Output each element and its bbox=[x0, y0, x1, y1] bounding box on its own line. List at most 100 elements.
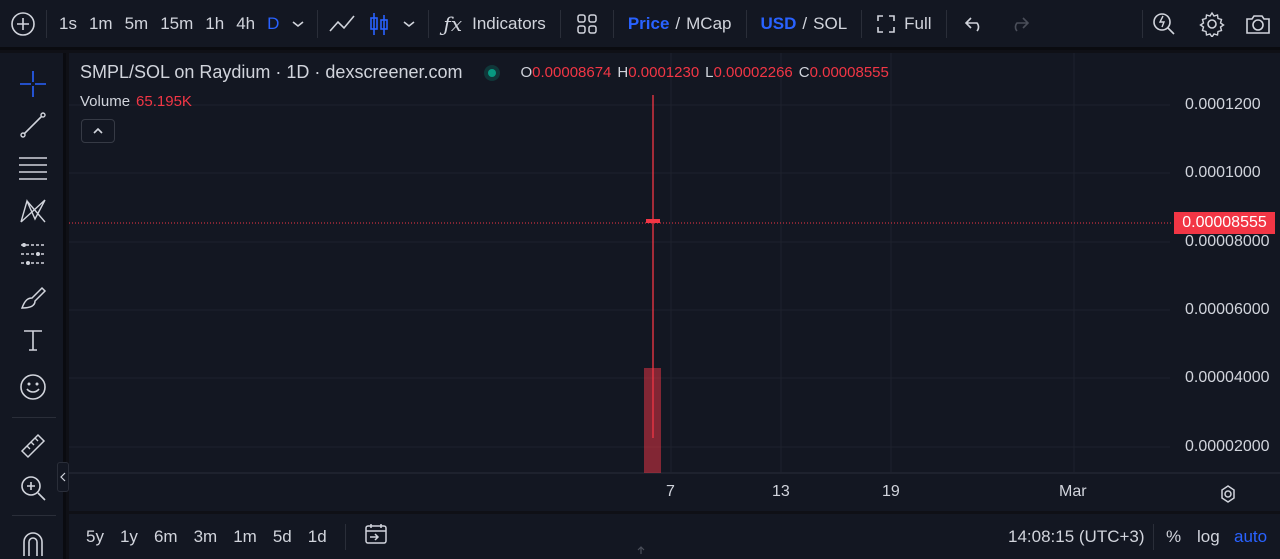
plus-circle-icon bbox=[11, 11, 35, 36]
vertical-grid bbox=[670, 53, 1075, 472]
function-icon: ƒx bbox=[443, 11, 463, 36]
chart-pane[interactable] bbox=[69, 53, 1280, 511]
brush-icon bbox=[20, 286, 47, 309]
ohlc-values: O0.00008674 H0.0001230 L0.00002266 C0.00… bbox=[520, 64, 888, 81]
trend-line-icon bbox=[20, 112, 46, 138]
indicators-button[interactable]: ƒx Indicators bbox=[435, 7, 553, 41]
price-axis-label: 0.00008000 bbox=[1185, 233, 1270, 250]
fib-tool[interactable] bbox=[14, 149, 52, 187]
log-scale-toggle[interactable]: log bbox=[1197, 527, 1220, 547]
chevron-down-icon bbox=[403, 20, 415, 27]
settings-button[interactable] bbox=[1194, 7, 1230, 41]
collapse-legend-button[interactable] bbox=[81, 119, 115, 143]
text-icon bbox=[24, 330, 42, 351]
volume-legend: Volume 65.195K bbox=[80, 93, 192, 110]
horizontal-grid bbox=[69, 104, 1170, 448]
divider bbox=[745, 9, 747, 38]
emoji-tool[interactable] bbox=[14, 368, 52, 406]
horizontal-lines-icon bbox=[19, 157, 47, 180]
magnet-icon bbox=[23, 532, 43, 556]
price-mcap-toggle[interactable]: Price / MCap bbox=[620, 7, 740, 41]
go-to-date-button[interactable] bbox=[356, 522, 396, 551]
undo-button[interactable] bbox=[953, 7, 997, 41]
timeframe-5m[interactable]: 5m bbox=[119, 7, 155, 41]
low-value: 0.00002266 bbox=[713, 64, 793, 81]
range-5y[interactable]: 5y bbox=[78, 527, 112, 547]
divider bbox=[12, 417, 56, 418]
arrow-up-icon bbox=[637, 546, 645, 554]
divider bbox=[612, 9, 614, 38]
calendar-goto-icon bbox=[364, 524, 387, 544]
crosshair-tool[interactable] bbox=[14, 65, 52, 103]
timeframe-1h[interactable]: 1h bbox=[199, 7, 230, 41]
indicators-label: Indicators bbox=[472, 13, 546, 33]
price-axis-label: 0.0001200 bbox=[1185, 96, 1261, 113]
add-symbol-button[interactable] bbox=[0, 7, 46, 41]
chart-type-dropdown[interactable] bbox=[396, 7, 422, 41]
redo-button[interactable] bbox=[997, 7, 1041, 41]
divider bbox=[559, 9, 561, 38]
bottom-toolbar: 5y 1y 6m 3m 1m 5d 1d 14:08:15 (UTC+3) % … bbox=[69, 514, 1280, 559]
zoom-tool[interactable] bbox=[14, 469, 52, 507]
smiley-icon bbox=[20, 374, 46, 400]
zoom-in-icon bbox=[21, 476, 46, 501]
currency-toggle[interactable]: USD / SOL bbox=[753, 7, 856, 41]
timeframe-4h[interactable]: 4h bbox=[230, 7, 261, 41]
chevron-down-icon bbox=[292, 20, 304, 27]
percent-scale-toggle[interactable]: % bbox=[1166, 527, 1181, 547]
trend-line-tool[interactable] bbox=[14, 106, 52, 144]
quick-search-button[interactable] bbox=[1146, 7, 1182, 41]
time-axis-label: 13 bbox=[772, 483, 790, 500]
prediction-tool[interactable] bbox=[14, 235, 52, 273]
low-key: L bbox=[705, 64, 714, 81]
close-value: 0.00008555 bbox=[809, 64, 889, 81]
range-1d[interactable]: 1d bbox=[300, 527, 335, 547]
price-option[interactable]: Price bbox=[628, 14, 670, 34]
timeframe-dropdown[interactable] bbox=[285, 7, 311, 41]
timeframe-1m[interactable]: 1m bbox=[83, 7, 119, 41]
live-status-dot bbox=[484, 64, 501, 81]
top-toolbar: 1s 1m 5m 15m 1h 4h D ƒx Indicators Price… bbox=[0, 0, 1280, 50]
timeframe-15m[interactable]: 15m bbox=[154, 7, 199, 41]
high-value: 0.0001230 bbox=[628, 64, 700, 81]
range-6m[interactable]: 6m bbox=[146, 527, 186, 547]
screenshot-button[interactable] bbox=[1240, 7, 1276, 41]
ruler-icon bbox=[20, 433, 46, 459]
chart-type-line-button[interactable] bbox=[324, 7, 362, 41]
range-3m[interactable]: 3m bbox=[186, 527, 226, 547]
measure-tool[interactable] bbox=[14, 427, 52, 465]
axis-settings-button[interactable] bbox=[1216, 483, 1240, 505]
timeframe-1s[interactable]: 1s bbox=[53, 7, 83, 41]
current-price-tag: 0.00008555 bbox=[1174, 212, 1275, 234]
chart-type-candles-button[interactable] bbox=[362, 7, 396, 41]
range-1y[interactable]: 1y bbox=[112, 527, 146, 547]
mcap-option[interactable]: MCap bbox=[686, 14, 731, 34]
gear-icon bbox=[1221, 485, 1235, 503]
timeframe-d[interactable]: D bbox=[261, 7, 285, 41]
range-5d[interactable]: 5d bbox=[265, 527, 300, 547]
projection-icon bbox=[21, 243, 45, 265]
brush-tool[interactable] bbox=[14, 278, 52, 316]
close-key: C bbox=[798, 64, 810, 81]
camera-icon bbox=[1246, 14, 1270, 34]
separator-slash: / bbox=[802, 13, 808, 33]
volume-label: Volume bbox=[80, 93, 131, 110]
divider bbox=[945, 9, 947, 38]
pane-resize-handle[interactable] bbox=[634, 544, 648, 556]
search-lightning-icon bbox=[1153, 12, 1175, 35]
pattern-tool[interactable] bbox=[14, 192, 52, 230]
text-tool[interactable] bbox=[14, 321, 52, 359]
magnet-tool[interactable] bbox=[14, 527, 52, 559]
clock[interactable]: 14:08:15 (UTC+3) bbox=[1008, 527, 1145, 547]
range-1m[interactable]: 1m bbox=[225, 527, 265, 547]
divider bbox=[1142, 9, 1143, 38]
fullscreen-button[interactable]: Full bbox=[868, 7, 939, 41]
toolbar-collapse-handle[interactable] bbox=[57, 462, 69, 492]
sol-option[interactable]: SOL bbox=[813, 14, 847, 34]
auto-scale-toggle[interactable]: auto bbox=[1234, 527, 1267, 547]
symbol-title[interactable]: SMPL/SOL on Raydium · 1D · dexscreener.c… bbox=[80, 62, 462, 83]
undo-icon bbox=[964, 16, 979, 32]
layout-button[interactable] bbox=[567, 7, 607, 41]
price-axis-label: 0.00004000 bbox=[1185, 369, 1270, 386]
usd-option[interactable]: USD bbox=[761, 14, 797, 34]
